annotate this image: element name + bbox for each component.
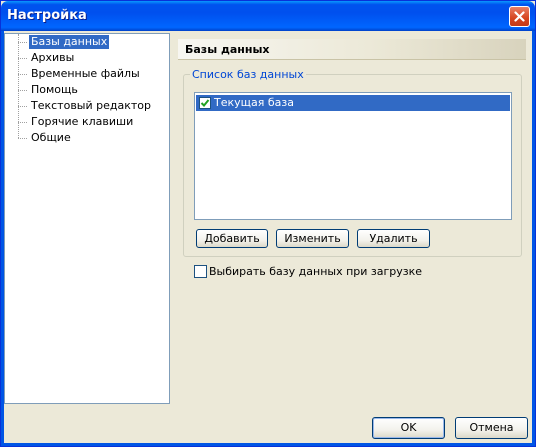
checkmark-icon	[200, 99, 210, 107]
tree-item-label: Базы данных	[29, 35, 110, 49]
title-bar[interactable]: Настройка	[1, 1, 535, 31]
tree-item-help[interactable]: Помощь	[5, 82, 169, 98]
add-button[interactable]: Добавить	[196, 229, 268, 248]
delete-button[interactable]: Удалить	[357, 229, 430, 248]
database-list[interactable]: Текущая база	[194, 92, 512, 220]
tree-connector	[18, 122, 27, 123]
select-on-load-checkbox[interactable]	[194, 265, 207, 278]
window-title: Настройка	[7, 8, 87, 23]
tree-item-databases[interactable]: Базы данных	[5, 34, 169, 50]
database-list-item[interactable]: Текущая база	[196, 95, 510, 111]
select-on-load-label: Выбирать базу данных при загрузке	[209, 265, 423, 278]
tree-connector	[18, 58, 27, 59]
tree-connector	[18, 90, 27, 91]
ok-button[interactable]: OK	[372, 417, 445, 439]
panel-header: Базы данных	[178, 39, 526, 60]
database-name: Текущая база	[214, 96, 294, 109]
tree-connector	[18, 106, 27, 107]
tree-item-temp-files[interactable]: Временные файлы	[5, 66, 169, 82]
close-button[interactable]	[509, 6, 530, 27]
group-label: Список баз данных	[190, 68, 306, 81]
panel-title: Базы данных	[185, 43, 270, 56]
tree-item-label: Архивы	[31, 51, 75, 64]
tree-item-label: Горячие клавиши	[31, 115, 134, 128]
cancel-button[interactable]: Отмена	[455, 417, 528, 439]
tree-item-label: Текстовый редактор	[31, 99, 151, 112]
database-checkbox[interactable]	[199, 97, 211, 109]
close-icon	[514, 11, 525, 22]
tree-item-label: Временные файлы	[31, 67, 140, 80]
settings-tree[interactable]: Базы данных Архивы Временные файлы Помощ…	[4, 33, 170, 404]
settings-window: Настройка Базы данных Архивы Временные ф…	[0, 0, 536, 447]
tree-item-hotkeys[interactable]: Горячие клавиши	[5, 114, 169, 130]
tree-connector	[18, 42, 27, 43]
tree-connector	[18, 138, 27, 139]
tree-item-archives[interactable]: Архивы	[5, 50, 169, 66]
tree-connector	[18, 74, 27, 75]
tree-item-label: Общие	[31, 131, 71, 144]
tree-item-label: Помощь	[31, 83, 78, 96]
edit-button[interactable]: Изменить	[276, 229, 349, 248]
tree-item-text-editor[interactable]: Текстовый редактор	[5, 98, 169, 114]
tree-item-general[interactable]: Общие	[5, 130, 169, 146]
